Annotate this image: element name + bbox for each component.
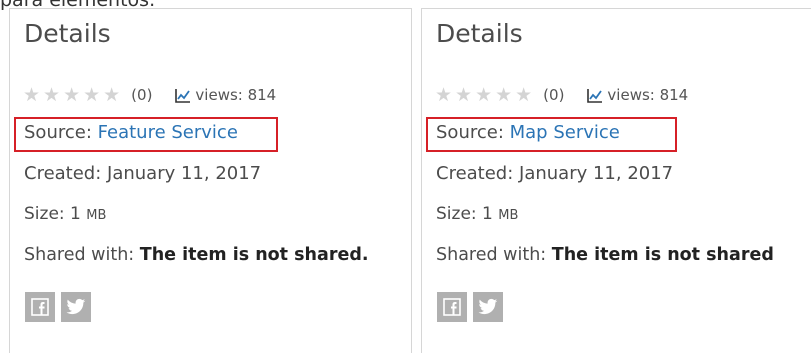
rating-row: ★★★★★ (0) views: 814 bbox=[23, 83, 276, 107]
twitter-share-button[interactable] bbox=[473, 292, 503, 322]
source-row: Source: Map Service bbox=[436, 122, 620, 143]
size-unit: MB bbox=[86, 208, 107, 223]
shared-value: The item is not shared. bbox=[139, 245, 369, 265]
shared-value: The item is not shared bbox=[551, 245, 774, 265]
rating-stars[interactable]: ★★★★★ bbox=[435, 84, 535, 106]
twitter-icon bbox=[66, 298, 86, 315]
twitter-share-button[interactable] bbox=[61, 292, 91, 322]
details-panel-feature-service: Details ★★★★★ (0) views: 814 Source: Fea… bbox=[9, 8, 412, 353]
views-count: views: 814 bbox=[195, 86, 277, 104]
facebook-share-button[interactable] bbox=[25, 292, 55, 322]
facebook-icon bbox=[443, 298, 461, 316]
rating-stars[interactable]: ★★★★★ bbox=[23, 84, 123, 106]
views-count: views: 814 bbox=[607, 86, 689, 104]
panel-title: Details bbox=[24, 19, 111, 48]
source-row: Source: Feature Service bbox=[24, 122, 238, 143]
size-row: Size: 1 MB bbox=[24, 204, 106, 224]
views-chart-icon bbox=[175, 88, 191, 103]
shared-label: Shared with: bbox=[24, 245, 135, 265]
rating-row: ★★★★★ (0) views: 814 bbox=[435, 83, 688, 107]
source-label: Source: bbox=[436, 122, 504, 143]
size-row: Size: 1 MB bbox=[436, 204, 518, 224]
size-label: Size: 1 bbox=[24, 204, 81, 224]
created-date: Created: January 11, 2017 bbox=[436, 163, 674, 184]
shared-row: Shared with: The item is not shared bbox=[436, 245, 774, 265]
source-link[interactable]: Feature Service bbox=[98, 122, 238, 143]
facebook-icon bbox=[31, 298, 49, 316]
details-panel-map-service: Details ★★★★★ (0) views: 814 Source: Map… bbox=[421, 8, 811, 353]
twitter-icon bbox=[478, 298, 498, 315]
rating-count: (0) bbox=[543, 86, 565, 104]
shared-label: Shared with: bbox=[436, 245, 547, 265]
size-unit: MB bbox=[498, 208, 519, 223]
shared-row: Shared with: The item is not shared. bbox=[24, 245, 369, 265]
source-link[interactable]: Map Service bbox=[510, 122, 620, 143]
rating-count: (0) bbox=[131, 86, 153, 104]
facebook-share-button[interactable] bbox=[437, 292, 467, 322]
created-date: Created: January 11, 2017 bbox=[24, 163, 262, 184]
views-chart-icon bbox=[587, 88, 603, 103]
source-label: Source: bbox=[24, 122, 92, 143]
panel-title: Details bbox=[436, 19, 523, 48]
size-label: Size: 1 bbox=[436, 204, 493, 224]
